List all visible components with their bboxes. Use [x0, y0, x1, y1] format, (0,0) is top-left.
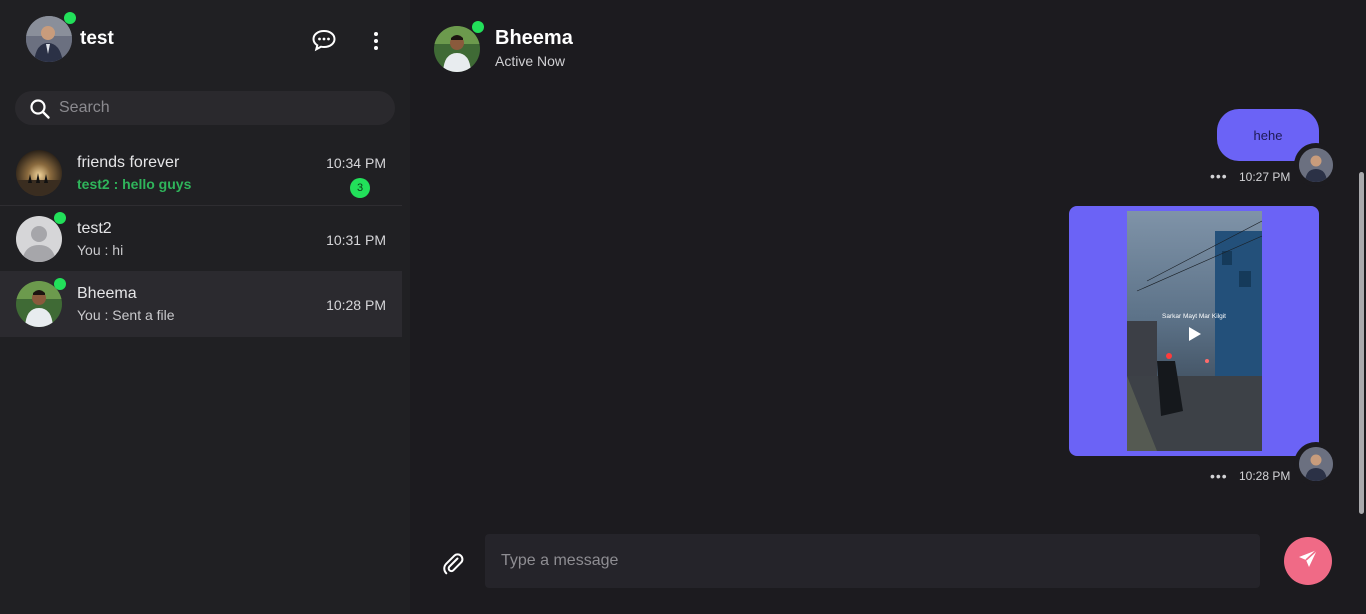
sidebar: test Search friends forever test2: hell… [0, 0, 410, 614]
group-avatar [16, 150, 62, 196]
peer-avatar[interactable] [434, 26, 480, 72]
video-thumbnail[interactable]: Sarkar Mayt Mar Kilgit [1127, 211, 1262, 451]
peer-name: Bheema [495, 27, 573, 49]
default-avatar [16, 216, 62, 262]
more-horizontal-icon[interactable]: ••• [1210, 168, 1228, 184]
conversation-name: Bheema [77, 285, 137, 302]
search-bar [15, 91, 395, 125]
conversation-time: 10:31 PM [326, 232, 386, 248]
send-button[interactable] [1284, 537, 1332, 585]
video-message-bubble: Sarkar Mayt Mar Kilgit [1069, 206, 1319, 456]
sender-avatar [1294, 143, 1338, 187]
conversation-item-friends-forever[interactable]: friends forever test2 : hello guys 10:34… [0, 140, 402, 206]
more-vertical-icon[interactable] [366, 30, 386, 52]
conversation-preview: You : hi [77, 242, 124, 258]
conversation-name: test2 [77, 220, 112, 237]
video-overlay-text: Sarkar Mayt Mar Kilgit [1162, 313, 1226, 320]
conversation-preview: You : Sent a file [77, 307, 175, 323]
conversation-time: 10:28 PM [326, 297, 386, 313]
message-time: 10:27 PM [1239, 170, 1291, 184]
conversation-time: 10:34 PM [326, 155, 386, 171]
message-text: hehe [1253, 127, 1283, 143]
conversation-name: friends forever [77, 154, 180, 171]
search-input[interactable] [59, 91, 379, 125]
more-horizontal-icon[interactable]: ••• [1210, 468, 1228, 484]
online-indicator [54, 212, 66, 224]
online-indicator [54, 278, 66, 290]
online-indicator [64, 12, 76, 24]
conversation-preview: test2 : hello guys [77, 176, 192, 192]
current-user-name: test [80, 28, 114, 49]
user-avatar[interactable] [26, 16, 72, 62]
paperclip-icon[interactable] [440, 550, 466, 576]
chat-bubble-icon[interactable] [311, 28, 337, 52]
unread-badge: 3 [350, 178, 370, 198]
search-icon [29, 98, 51, 120]
sender-avatar [1294, 442, 1338, 486]
online-indicator [472, 21, 484, 33]
chat-header: Bheema Active Now [410, 0, 1366, 90]
scrollbar-thumb[interactable] [1359, 172, 1364, 514]
sidebar-header: test [0, 0, 410, 80]
message-input[interactable] [485, 534, 1260, 588]
message-time: 10:28 PM [1239, 469, 1291, 483]
send-icon [1297, 548, 1319, 575]
peer-status: Active Now [495, 53, 566, 69]
